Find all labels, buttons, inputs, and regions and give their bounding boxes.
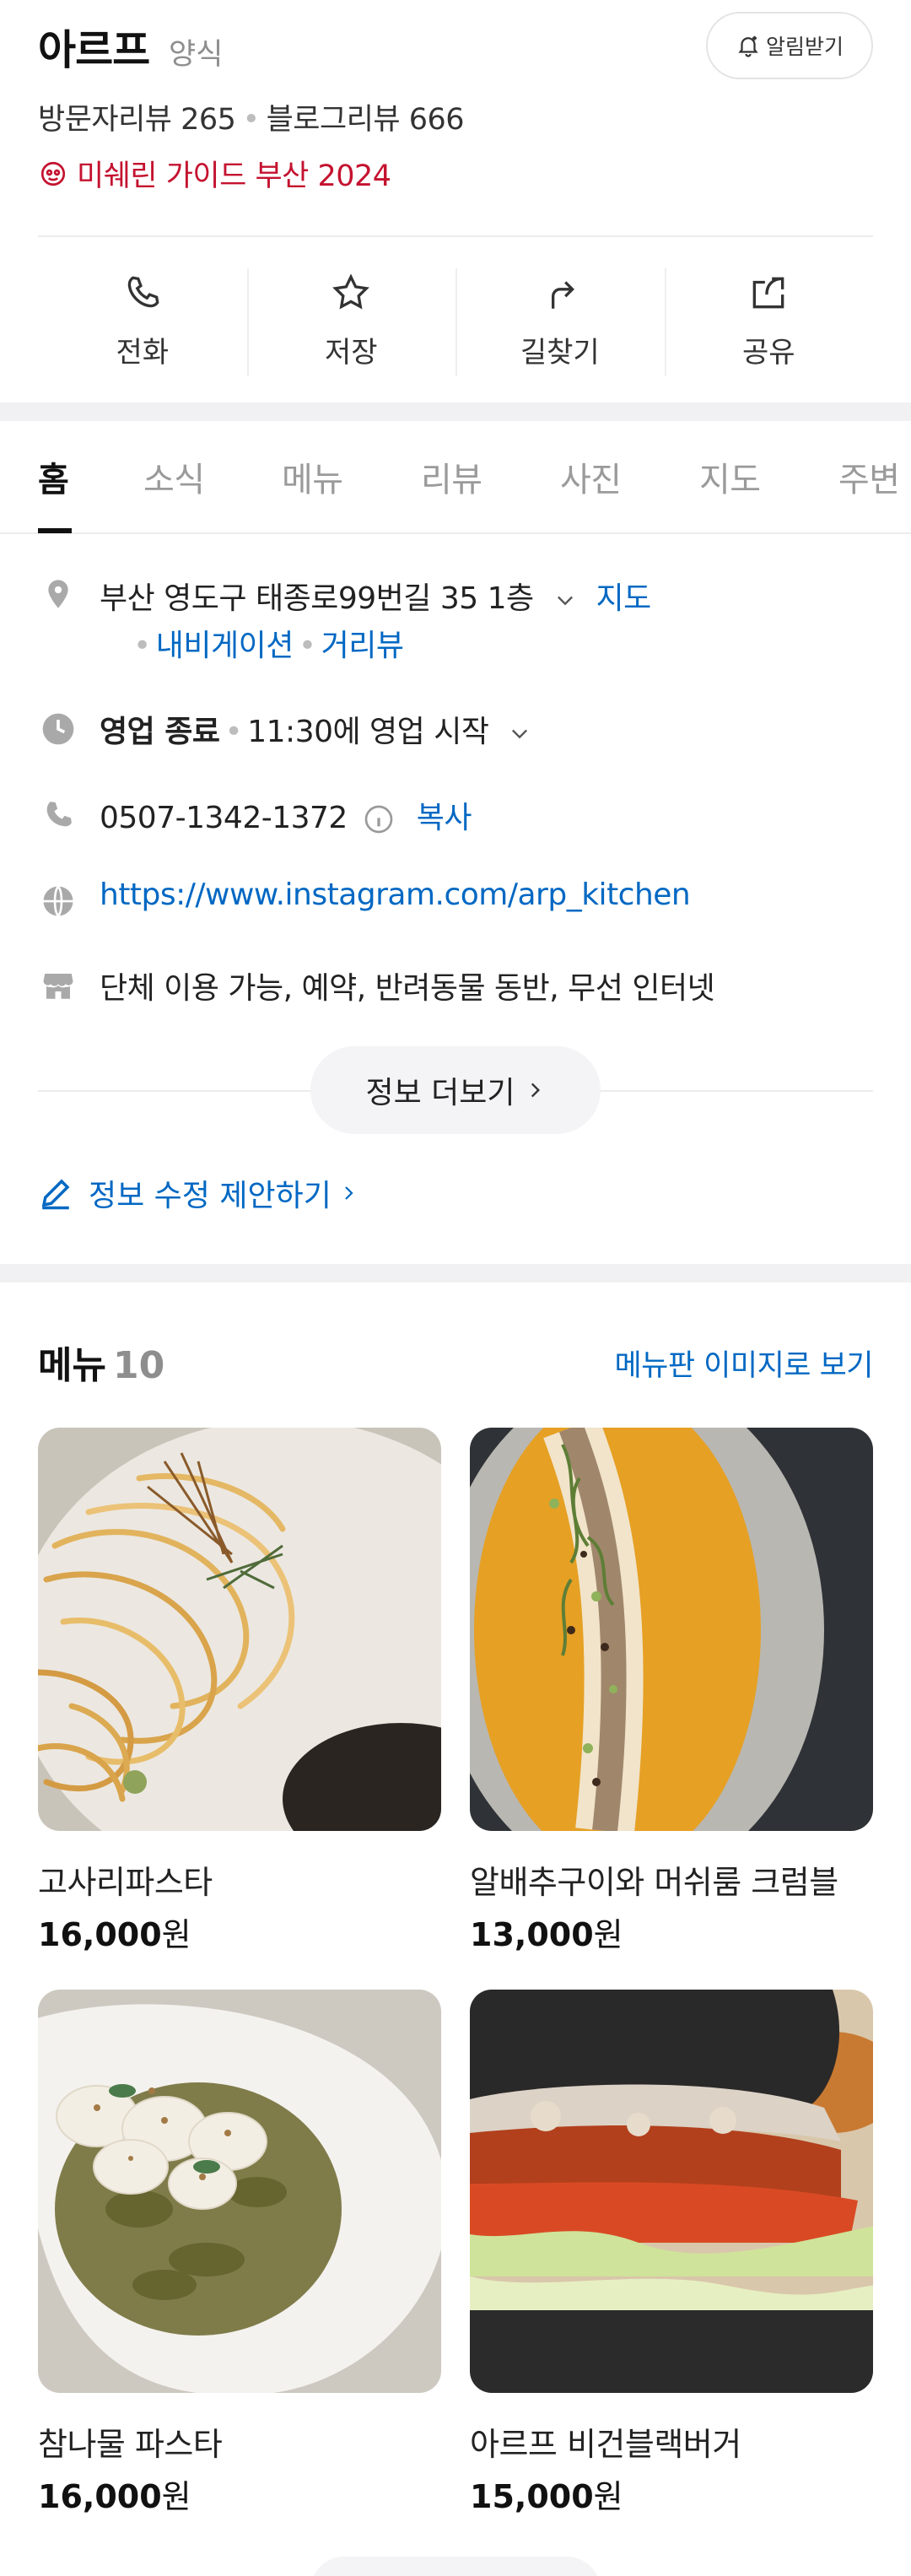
tab-home[interactable]: 홈 xyxy=(38,452,69,501)
map-link[interactable]: 지도 xyxy=(596,581,652,616)
menu-photo[interactable] xyxy=(38,1990,441,2393)
menu-item[interactable]: 고사리파스타 16,000원 xyxy=(38,1428,441,1953)
section-divider xyxy=(0,1264,911,1283)
share-label: 공유 xyxy=(741,335,795,370)
street-view-link[interactable]: 거리뷰 xyxy=(321,629,404,663)
menu-header: 메뉴 10 메뉴판 이미지로 보기 xyxy=(38,1335,873,1387)
active-tab-indicator xyxy=(38,528,72,533)
michelin-label: 미쉐린 가이드 부산 2024 xyxy=(77,159,391,193)
review-counts: 방문자리뷰 265 • 블로그리뷰 666 xyxy=(38,103,465,137)
visitor-review-link[interactable]: 방문자리뷰 265 xyxy=(38,103,236,137)
action-bar: 전화 저장 길찾기 공유 xyxy=(38,253,873,388)
share-button[interactable]: 공유 xyxy=(664,253,874,388)
call-label: 전화 xyxy=(116,335,170,370)
website-row: https://www.instagram.com/arp_kitchen xyxy=(38,878,873,920)
save-label: 저장 xyxy=(324,335,378,370)
phone-icon xyxy=(127,276,159,307)
divider xyxy=(38,235,873,237)
address-row: 부산 영도구 태종로99번길 35 1층 지도 • 내비게이션 • 거리뷰 xyxy=(38,574,873,675)
menu-item[interactable]: 알배추구이와 머쉬룸 크럼블 13,000원 xyxy=(470,1428,873,1953)
clock-icon xyxy=(38,709,78,749)
chevron-right-icon xyxy=(531,1083,540,1098)
michelin-icon xyxy=(40,161,66,186)
menu-item-price: 16,000원 xyxy=(38,1916,191,1953)
menu-photo[interactable] xyxy=(470,1428,873,1831)
tab-nearby[interactable]: 주변 xyxy=(838,452,900,501)
directions-button[interactable]: 길찾기 xyxy=(456,253,665,388)
tab-news[interactable]: 소식 xyxy=(143,452,205,501)
share-icon xyxy=(752,277,784,308)
place-category: 양식 xyxy=(169,38,224,72)
hours-next: 11:30에 영업 시작 xyxy=(247,715,489,749)
edit-suggest-link[interactable]: 정보 수정 제안하기 xyxy=(38,1171,358,1215)
menu-title: 메뉴 10 xyxy=(38,1344,165,1387)
more-info-label: 정보 더보기 xyxy=(365,1076,515,1110)
hours-row[interactable]: 영업 종료 • 11:30에 영업 시작 xyxy=(38,707,873,749)
menu-item[interactable]: 참나물 파스타 16,000원 xyxy=(38,1990,441,2515)
menu-item-price: 15,000원 xyxy=(470,2478,623,2515)
phone-row: 0507-1342-1372 복사 xyxy=(38,793,873,835)
menu-item-name: 알배추구이와 머쉬룸 크럼블 xyxy=(470,1864,838,1901)
more-info-button[interactable]: 정보 더보기 xyxy=(310,1046,601,1134)
section-divider xyxy=(0,402,911,421)
place-header: 아르프 양식 알림받기 방문자리뷰 265 • 블로그리뷰 666 미쉐린 가이드 … xyxy=(38,0,873,236)
info-circle-icon[interactable] xyxy=(362,802,396,836)
chevron-down-icon[interactable] xyxy=(550,588,580,612)
website-link[interactable]: https://www.instagram.com/arp_kitchen xyxy=(100,878,691,912)
globe-icon xyxy=(38,881,78,921)
tab-bar: 홈 소식 메뉴 리뷰 사진 지도 주변 xyxy=(0,420,911,534)
phone-icon xyxy=(38,795,78,835)
chevron-down-icon[interactable] xyxy=(504,721,535,745)
store-icon xyxy=(38,965,78,1006)
edit-suggest-label: 정보 수정 제안하기 xyxy=(89,1179,332,1213)
hours-status: 영업 종료 xyxy=(100,715,220,749)
phone-number[interactable]: 0507-1342-1372 xyxy=(100,801,348,835)
alarm-button[interactable]: 알림받기 xyxy=(706,12,873,79)
tab-reviews[interactable]: 리뷰 xyxy=(421,452,482,501)
pencil-icon xyxy=(41,1179,70,1210)
amenities-row: 단체 이용 가능, 예약, 반려동물 동반, 무선 인터넷 xyxy=(38,964,873,1006)
copy-phone-button[interactable]: 복사 xyxy=(417,801,472,835)
tab-photos[interactable]: 사진 xyxy=(560,452,622,501)
bell-plus-icon xyxy=(738,35,758,57)
tab-menu[interactable]: 메뉴 xyxy=(282,452,343,501)
alarm-label: 알림받기 xyxy=(765,35,844,59)
menu-item-name: 아르프 비건블랙버거 xyxy=(470,2426,741,2463)
menu-photo[interactable] xyxy=(470,1990,873,2393)
amenities-text: 단체 이용 가능, 예약, 반려동물 동반, 무선 인터넷 xyxy=(100,971,715,1006)
save-button[interactable]: 저장 xyxy=(246,253,456,388)
star-icon xyxy=(332,273,370,310)
menu-item-price: 13,000원 xyxy=(470,1916,623,1953)
location-pin-icon xyxy=(38,574,78,614)
directions-label: 길찾기 xyxy=(520,335,600,370)
chevron-right-icon xyxy=(345,1186,353,1200)
call-button[interactable]: 전화 xyxy=(38,253,247,388)
michelin-badge[interactable]: 미쉐린 가이드 부산 2024 xyxy=(38,152,391,195)
place-name: 아르프 xyxy=(38,26,150,74)
menu-count: 10 xyxy=(112,1344,165,1387)
address-text: 부산 영도구 태종로99번길 35 1층 xyxy=(100,581,534,616)
menu-item[interactable]: 아르프 비건블랙버거 15,000원 xyxy=(470,1990,873,2515)
menu-photo[interactable] xyxy=(38,1428,441,1831)
menu-board-link[interactable]: 메뉴판 이미지로 보기 xyxy=(614,1342,873,1385)
blog-review-link[interactable]: 블로그리뷰 666 xyxy=(267,103,465,137)
menu-item-price: 16,000원 xyxy=(38,2478,191,2515)
navigation-link[interactable]: 내비게이션 xyxy=(156,629,294,663)
directions-icon xyxy=(551,280,574,309)
title-row: 아르프 양식 알림받기 xyxy=(38,12,873,79)
tab-map[interactable]: 지도 xyxy=(699,452,761,501)
menu-item-name: 고사리파스타 xyxy=(38,1864,213,1901)
more-menu-button[interactable] xyxy=(310,2557,601,2576)
menu-item-name: 참나물 파스타 xyxy=(38,2426,223,2463)
